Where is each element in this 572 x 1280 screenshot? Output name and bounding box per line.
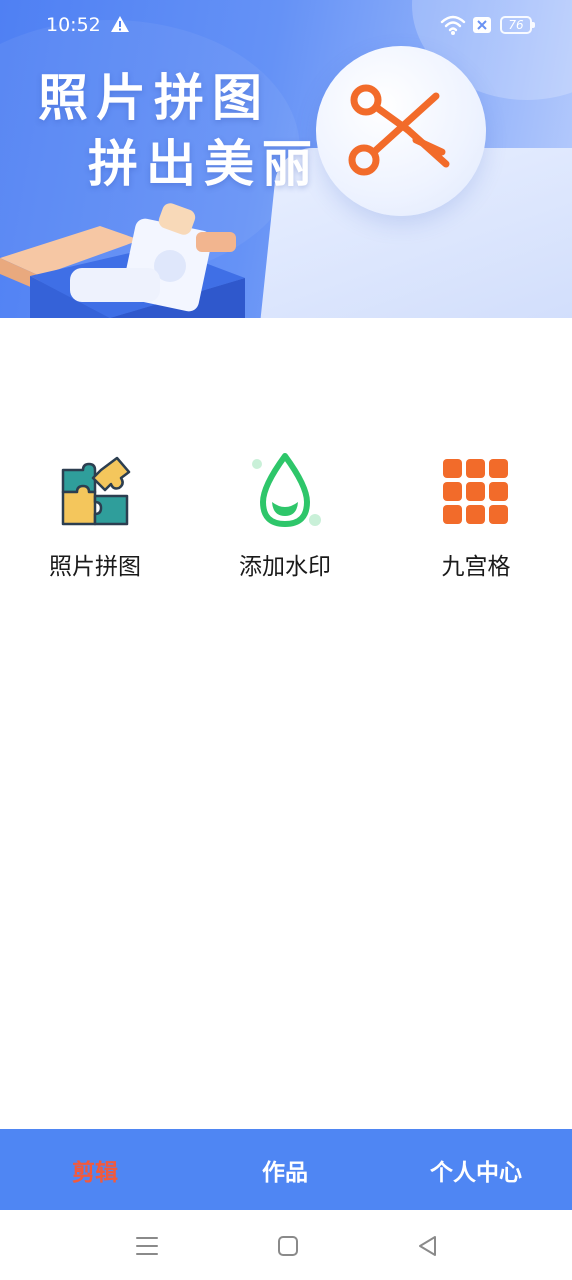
menu-icon[interactable] xyxy=(133,1232,161,1260)
scissors-icon xyxy=(348,84,450,176)
grid-icon xyxy=(443,459,508,524)
bottom-tab-bar: 剪辑 作品 个人中心 xyxy=(0,1129,572,1210)
status-time: 10:52 xyxy=(46,14,101,36)
status-bar: 10:52 76 xyxy=(0,0,572,50)
wifi-icon xyxy=(440,15,466,35)
feature-nine-grid[interactable]: 九宫格 xyxy=(381,452,571,592)
water-drop-icon xyxy=(252,453,321,527)
tab-works[interactable]: 作品 xyxy=(190,1129,380,1210)
scissors-badge xyxy=(316,46,486,216)
tab-profile[interactable]: 个人中心 xyxy=(381,1129,571,1210)
alert-icon xyxy=(111,16,129,32)
tab-edit[interactable]: 剪辑 xyxy=(0,1129,190,1210)
app-screen: 照片拼图 拼出美丽 10:52 76 照片拼图 添加水印 九宫格 剪辑 作品 个… xyxy=(0,0,572,1280)
hero-banner: 照片拼图 拼出美丽 10:52 76 xyxy=(0,0,572,318)
banner-title-line1: 照片拼图 xyxy=(38,69,270,127)
battery-icon: 76 xyxy=(500,16,535,34)
banner-title-line2: 拼出美丽 xyxy=(88,135,320,193)
system-nav-bar xyxy=(0,1210,572,1280)
feature-photo-collage[interactable]: 照片拼图 xyxy=(0,452,190,592)
sim-icon xyxy=(473,17,491,33)
gift-box-illustration xyxy=(0,203,245,318)
feature-label: 照片拼图 xyxy=(49,554,141,580)
home-icon[interactable] xyxy=(274,1232,302,1260)
feature-label: 添加水印 xyxy=(239,554,331,580)
back-icon[interactable] xyxy=(414,1232,442,1260)
feature-label: 九宫格 xyxy=(441,554,511,580)
puzzle-icon xyxy=(61,456,131,526)
feature-add-watermark[interactable]: 添加水印 xyxy=(190,452,380,592)
